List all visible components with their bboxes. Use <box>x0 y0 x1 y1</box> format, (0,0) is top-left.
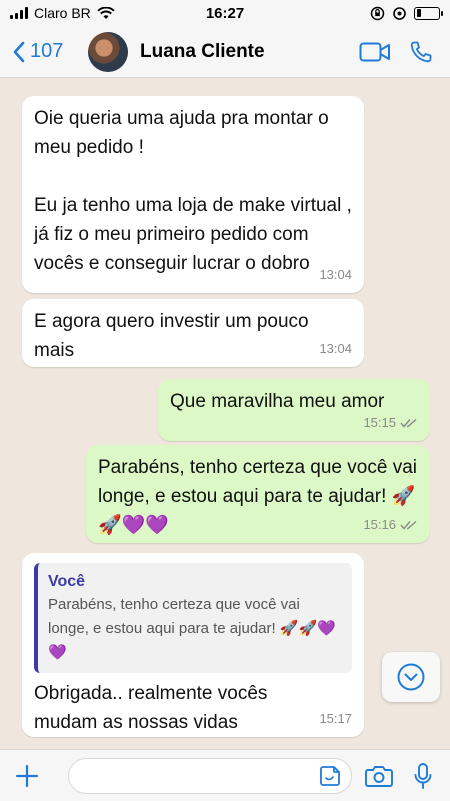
message-time: 15:16 <box>363 510 418 539</box>
message-text: Oie queria uma ajuda pra montar o meu pe… <box>34 108 352 274</box>
message-incoming[interactable]: Oie queria uma ajuda pra montar o meu pe… <box>22 96 364 293</box>
chevron-left-icon <box>13 41 25 62</box>
chevron-down-circle-icon <box>397 663 425 691</box>
scroll-to-bottom-button[interactable] <box>382 652 440 702</box>
plus-icon <box>15 764 39 787</box>
chat-area[interactable]: Oie queria uma ajuda pra montar o meu pe… <box>0 79 450 749</box>
status-right <box>290 6 443 21</box>
battery-level <box>416 9 421 17</box>
status-time: 16:27 <box>205 4 245 22</box>
orientation-lock-icon <box>370 6 385 20</box>
video-camera-icon <box>359 42 390 61</box>
time-label: 15:17 <box>319 711 352 726</box>
message-time: 13:04 <box>319 260 352 289</box>
unread-count: 107 <box>30 40 64 62</box>
time-label: 13:04 <box>319 267 352 282</box>
video-call-button[interactable] <box>358 35 392 69</box>
status-bar: Claro BR 16:27 <box>0 0 450 26</box>
message-outgoing[interactable]: Parabéns, tenho certeza que você vai lon… <box>86 445 430 543</box>
message-text: E agora quero investir um pouco mais <box>34 311 314 361</box>
input-bar <box>0 749 450 801</box>
time-label: 13:04 <box>319 341 352 356</box>
message-outgoing[interactable]: Que maravilha meu amor 15:15 <box>158 379 430 441</box>
signal-icon <box>10 7 28 19</box>
camera-icon <box>365 765 393 787</box>
avatar[interactable] <box>88 31 128 72</box>
phone-icon <box>410 41 432 62</box>
attach-button[interactable] <box>10 759 44 793</box>
time-label: 15:16 <box>363 517 396 532</box>
battery-icon <box>414 6 443 20</box>
message-time: 15:15 <box>363 408 418 437</box>
chat-header: 107 Luana Cliente <box>0 26 450 78</box>
voice-note-button[interactable] <box>406 759 440 793</box>
microphone-icon <box>414 762 432 789</box>
wifi-icon <box>97 6 115 19</box>
quoted-author: Você <box>48 573 86 590</box>
sticker-icon[interactable] <box>319 765 341 787</box>
quoted-message[interactable]: Você Parabéns, tenho certeza que você va… <box>34 563 352 673</box>
double-check-icon <box>400 418 417 428</box>
contact-name[interactable]: Luana Cliente <box>140 41 358 63</box>
time-label: 15:15 <box>363 415 396 430</box>
quoted-text: Parabéns, tenho certeza que você vai lon… <box>48 596 336 661</box>
message-incoming[interactable]: E agora quero investir um pouco mais 13:… <box>22 299 364 367</box>
message-time: 13:04 <box>319 334 352 363</box>
camera-button[interactable] <box>362 759 396 793</box>
carrier-name: Claro BR <box>34 5 91 21</box>
message-text: Obrigada.. realmente vocês mudam as noss… <box>34 683 273 733</box>
back-button[interactable]: 107 <box>0 40 88 63</box>
message-incoming-reply[interactable]: Você Parabéns, tenho certeza que você va… <box>22 553 364 737</box>
message-input[interactable] <box>68 757 352 794</box>
carrier-group: Claro BR <box>10 5 160 21</box>
double-check-icon <box>400 520 417 530</box>
location-icon <box>393 6 406 20</box>
voice-call-button[interactable] <box>404 35 438 69</box>
message-time: 15:17 <box>319 704 352 733</box>
